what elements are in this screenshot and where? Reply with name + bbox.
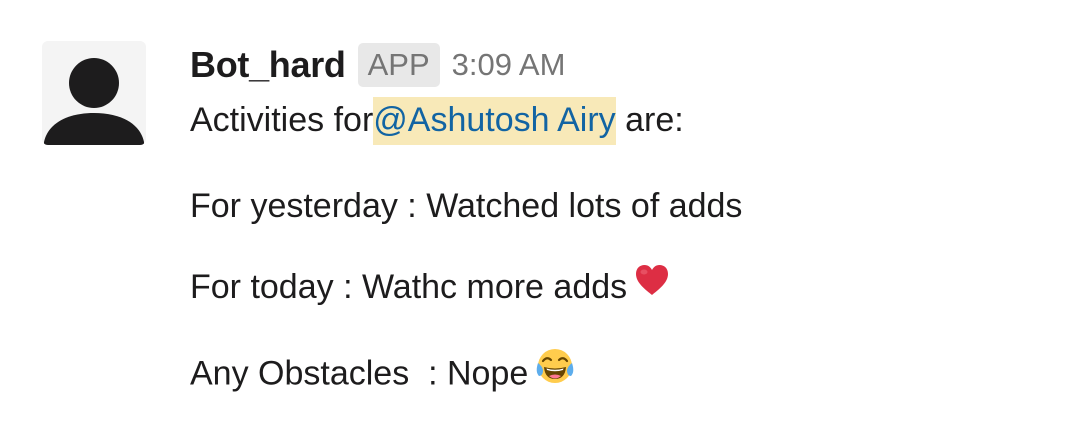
message: Bot_hard APP 3:09 AM Activities for@Ashu…: [0, 0, 1080, 437]
user-mention[interactable]: @Ashutosh Airy: [373, 97, 616, 145]
message-line-yesterday: For yesterday : Watched lots of adds: [190, 184, 1060, 228]
message-intro: Activities for@Ashutosh Airy are:: [190, 97, 1060, 145]
message-line-obstacles: Any Obstacles : Nope: [190, 348, 1060, 401]
tears-of-joy-emoji[interactable]: [534, 346, 576, 397]
timestamp[interactable]: 3:09 AM: [452, 47, 566, 83]
sender-name[interactable]: Bot_hard: [190, 44, 346, 86]
message-line-today: For today : Wathc more adds: [190, 262, 1060, 313]
user-silhouette-icon: [44, 58, 144, 145]
heart-emoji[interactable]: [633, 262, 671, 309]
message-content: Bot_hard APP 3:09 AM Activities for@Ashu…: [190, 40, 1060, 401]
app-badge: APP: [357, 43, 440, 87]
line-text: For today : Wathc more adds: [190, 268, 628, 306]
intro-suffix: are:: [615, 101, 684, 139]
message-header: Bot_hard APP 3:09 AM: [190, 40, 1060, 90]
line-text: Any Obstacles : Nope: [190, 354, 529, 392]
avatar[interactable]: [42, 41, 146, 145]
line-text: For yesterday : Watched lots of adds: [190, 187, 743, 225]
intro-prefix: Activities for: [190, 101, 374, 139]
